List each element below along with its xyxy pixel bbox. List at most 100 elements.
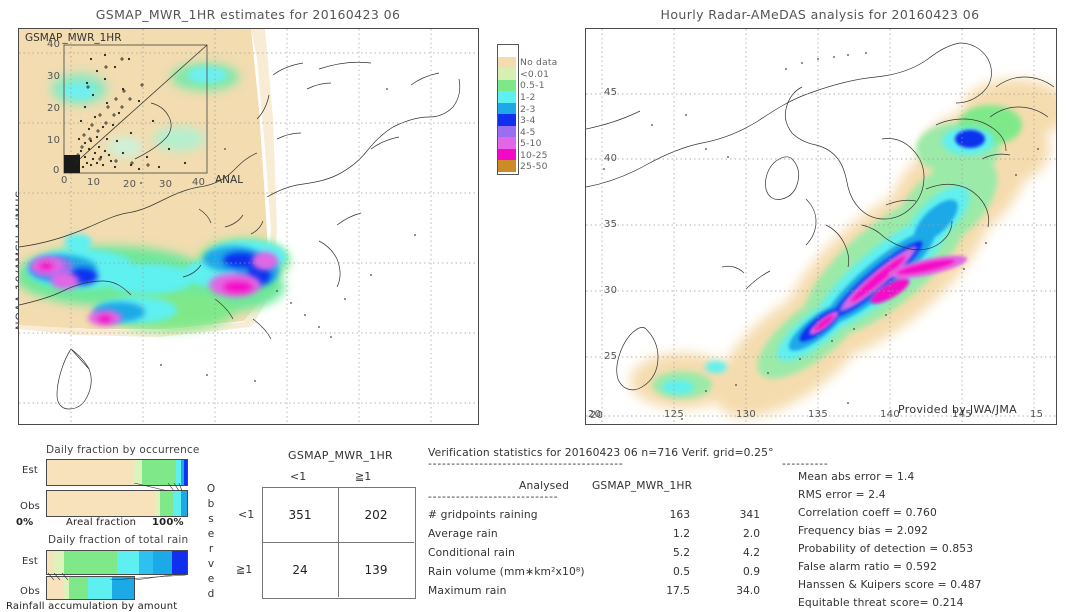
right-ytick-35: 35 [604, 219, 618, 230]
totalrain-footer: Rainfall accumulation by amount [6, 601, 178, 612]
colorbar-label-1: No data [520, 57, 558, 69]
colorbar-label-8: 5-10 [520, 138, 542, 150]
score-item-2: Correlation coeff = 0.760 [798, 506, 937, 519]
colorbar-label-3: 0.5-1 [520, 80, 545, 92]
contingency-col-header-lt1: <1 [290, 470, 307, 483]
contingency-row-header-ge1: ≧1 [236, 563, 253, 576]
bar-segment-1 [133, 460, 143, 485]
inset-ytick-10: 10 [47, 135, 61, 146]
observed-letter-2: s [208, 513, 214, 525]
verification-row-name-0: # gridpoints raining [428, 508, 538, 521]
right-map-panel[interactable]: 45 40 35 30 25 20 20 125 130 135 140 145… [585, 28, 1057, 425]
inset-xtick-40: 40 [192, 177, 206, 188]
right-panel-title: Hourly Radar-AMeDAS analysis for 2016042… [660, 7, 980, 22]
inset-ytick-20: 20 [47, 103, 61, 114]
verification-divider-2: ---------------------------- [428, 490, 559, 503]
right-xtick-150: 15 [1030, 409, 1044, 420]
bar-segment-4 [112, 577, 134, 599]
score-item-6: Hanssen & Kuipers score = 0.487 [798, 578, 982, 591]
occurrence-est-label: Est [22, 465, 39, 476]
occurrence-est-bar[interactable] [46, 459, 188, 486]
verification-row-analysed-4: 17.5 [666, 584, 690, 597]
totalrain-chart-title: Daily fraction of total rain [48, 534, 189, 546]
totalrain-obs-label: Obs [20, 586, 41, 597]
left-map-graphic [19, 29, 478, 424]
score-item-7: Equitable threat score= 0.214 [798, 596, 964, 609]
observed-letter-6: e [207, 573, 215, 585]
score-item-1: RMS error = 2.4 [798, 488, 886, 501]
right-xtick-130: 130 [736, 409, 756, 420]
right-xtick-140: 140 [880, 409, 900, 420]
bar-segment-2 [68, 577, 88, 599]
score-item-0: Mean abs error = 1.4 [798, 470, 915, 483]
right-xtick-120: 20 [588, 409, 602, 420]
verification-row-model-2: 4.2 [743, 546, 760, 559]
verification-divider: ----------------------------------------… [428, 457, 624, 470]
occurrence-axis-min: 0% [16, 517, 34, 528]
contingency-cell-hit: 139 [364, 562, 388, 577]
contingency-cell-miss: 24 [292, 562, 308, 577]
verification-row-name-1: Average rain [428, 527, 498, 540]
colorbar-labels: No data <0.01 0.5-1 1-2 2-3 3-4 4-5 5-10 10-25 25… [498, 45, 568, 172]
right-map-graphic [586, 29, 1056, 424]
right-ytick-45: 45 [604, 87, 618, 98]
occurrence-obs-label: Obs [20, 501, 41, 512]
bar-segment-4 [181, 491, 187, 516]
inset-xtick-30: 30 [159, 179, 173, 190]
score-item-3: Frequency bias = 2.092 [798, 524, 929, 537]
verification-row-analysed-3: 0.5 [673, 565, 690, 578]
bar-segment-3 [87, 577, 113, 599]
inset-ytick-30: 30 [47, 71, 61, 82]
colorbar-label-4: 1-2 [520, 91, 536, 103]
colorbar-label-6: 3-4 [520, 115, 536, 127]
inset-ytick-0: 0 [53, 165, 60, 176]
occurrence-axis-max: 100% [152, 517, 184, 528]
verification-row-analysed-1: 1.2 [673, 527, 690, 540]
inset-ytick-40: 40 [47, 39, 61, 50]
right-xtick-135: 135 [808, 409, 828, 420]
occurrence-axis-label: Areal fraction [66, 517, 137, 528]
verification-row-model-1: 2.0 [743, 527, 760, 540]
observed-letter-4: r [208, 543, 214, 555]
contingency-col-header-ge1: ≧1 [355, 470, 372, 483]
verification-row-model-4: 34.0 [736, 584, 760, 597]
colorbar-label-9: 10-25 [520, 149, 548, 161]
contingency-cell-hit-none: 351 [288, 507, 312, 522]
contingency-cell-false-alarm: 202 [364, 507, 388, 522]
inset-xtick-0: 0 [61, 175, 68, 186]
occurrence-obs-bar[interactable] [46, 490, 188, 517]
scores-divider: ---------- [782, 457, 829, 470]
bar-segment-2 [142, 460, 176, 485]
data-credit: Provided by JWA/JMA [898, 403, 1017, 416]
contingency-row-header-lt1: <1 [238, 508, 255, 521]
bar-segment-0 [47, 491, 155, 516]
colorbar-label-5: 2-3 [520, 103, 536, 115]
score-item-5: False alarm ratio = 0.592 [798, 560, 938, 573]
left-panel-title: GSMAP_MWR_1HR estimates for 20160423 06 [95, 7, 401, 22]
colorbar-label-7: 4-5 [520, 126, 536, 138]
right-ytick-40: 40 [604, 153, 618, 164]
inset-xlabel: ANAL [215, 174, 244, 186]
right-ytick-30: 30 [604, 285, 618, 296]
left-map-panel[interactable]: GSMAP_MWR_1HR 40 30 20 10 0 0 10 20 30 4… [18, 28, 479, 425]
contingency-observed-label: Observed [205, 483, 219, 603]
bar-segment-0 [47, 460, 134, 485]
observed-letter-3: e [207, 528, 215, 540]
observed-letter-5: v [207, 558, 215, 570]
totalrain-est-label: Est [22, 556, 39, 567]
bar-segment-5 [184, 460, 187, 485]
verification-row-analysed-2: 5.2 [673, 546, 690, 559]
verification-row-name-3: Rain volume (mm∗km²x10⁸) [428, 565, 585, 578]
occurrence-connector-lines [133, 483, 183, 491]
occurrence-chart-title: Daily fraction by occurrence [46, 444, 200, 456]
right-ytick-25: 25 [604, 351, 618, 362]
verification-row-name-4: Maximum rain [428, 584, 507, 597]
colorbar-label-10: 25-50 [520, 161, 548, 173]
observed-letter-0: O [206, 483, 216, 495]
inset-xtick-20: 20 [123, 179, 137, 190]
scores-list: Mean abs error = 1.4 RMS error = 2.4 Corre… [798, 470, 1078, 610]
verification-row-model-0: 341 [739, 508, 760, 521]
totalrain-connector-lines [47, 572, 187, 580]
colorbar-label-2: <0.01 [520, 68, 550, 80]
inset-xtick-10: 10 [87, 177, 101, 188]
